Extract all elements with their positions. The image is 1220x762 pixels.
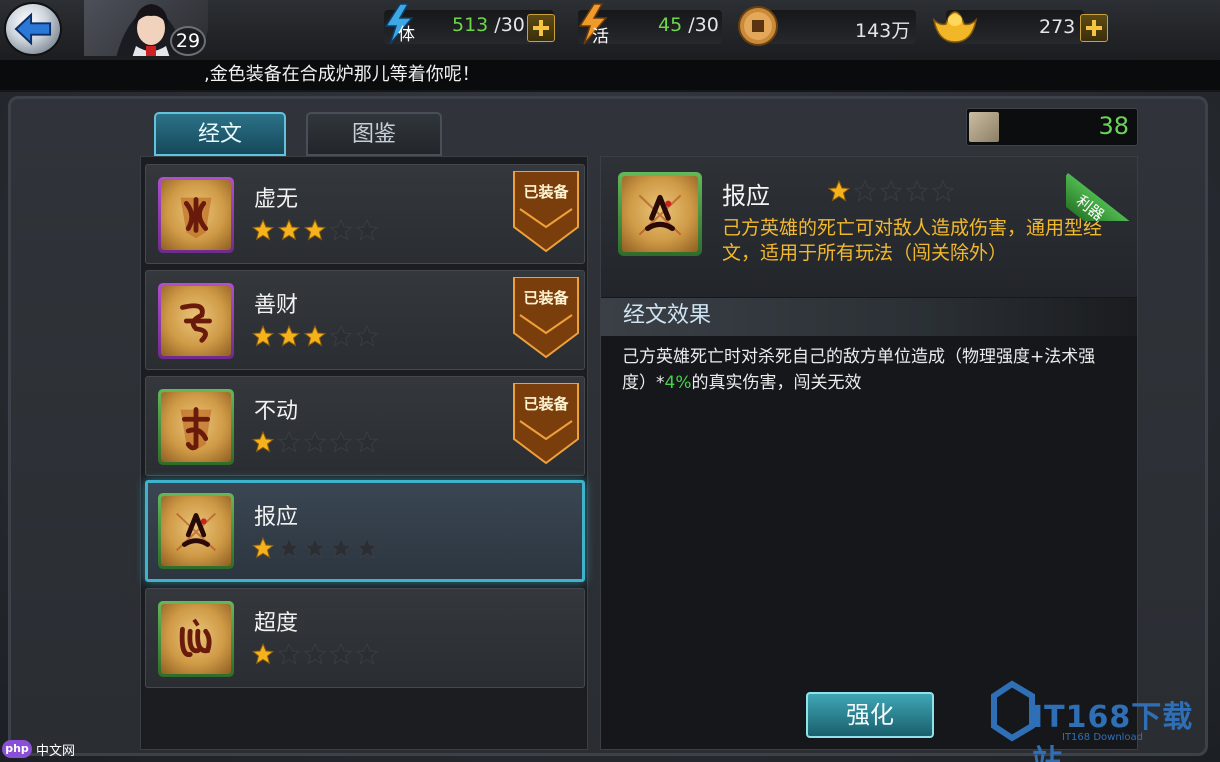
detail-title: 报应: [722, 182, 770, 210]
scroll-count-value: 38: [1098, 112, 1129, 140]
star-empty-icon: [329, 536, 356, 561]
scripture-budong-icon: [158, 389, 234, 465]
it168-watermark: IT168下载站 IT168 Download: [986, 678, 1206, 762]
star-filled-icon: [251, 324, 278, 349]
star-rating: [251, 430, 382, 455]
scripture-item-baoying[interactable]: 报应: [145, 480, 585, 582]
scripture-item-shancai[interactable]: 善财 已装备: [145, 270, 585, 370]
vitality-value: 45 /30: [658, 14, 719, 36]
equipped-badge: 已装备: [512, 171, 580, 253]
it168-logo-icon: [991, 680, 1035, 742]
star-empty-icon: [355, 536, 382, 561]
star-filled-icon: [303, 324, 330, 349]
scripture-name: 不动: [254, 399, 299, 424]
star-empty-icon: [853, 179, 880, 204]
scripture-xuwu-icon: [158, 177, 234, 253]
star-filled-icon: [251, 642, 278, 667]
add-stamina-button[interactable]: [527, 14, 555, 42]
gold-value: 273: [1039, 16, 1076, 38]
star-empty-icon: [355, 642, 382, 667]
scripture-name: 超度: [254, 611, 299, 636]
stamina-value: 513 /30: [452, 14, 525, 36]
tab-codex[interactable]: 图鉴: [306, 112, 442, 156]
star-filled-icon: [251, 430, 278, 455]
star-empty-icon: [277, 536, 304, 561]
plus-icon: [1086, 20, 1102, 36]
scripture-shancai-icon: [158, 283, 234, 359]
star-filled-icon: [827, 179, 854, 204]
strengthen-button[interactable]: 强化: [806, 692, 934, 738]
add-gold-button[interactable]: [1080, 14, 1108, 42]
detail-star-rating: [827, 179, 958, 204]
tab-scripture[interactable]: 经文: [154, 112, 286, 156]
gold-ingot-icon: [932, 11, 978, 43]
equipped-badge: 已装备: [512, 277, 580, 359]
scripture-name: 报应: [254, 505, 299, 530]
star-empty-icon: [329, 642, 356, 667]
star-filled-icon: [251, 218, 278, 243]
equipped-badge: 已装备: [512, 383, 580, 465]
scripture-name: 善财: [254, 293, 299, 318]
ribbon-badge: 利器: [1066, 157, 1138, 221]
scrolling-notice: ,金色装备在合成炉那儿等着你呢！: [0, 60, 1220, 92]
php-logo: php: [2, 740, 32, 758]
star-filled-icon: [277, 218, 304, 243]
scroll-count-box: 38: [966, 108, 1138, 146]
star-rating: [251, 324, 382, 349]
effect-description: 己方英雄死亡时对杀死自己的敌方单位造成（物理强度+法术强度）*4%的真实伤害，闯…: [622, 347, 1096, 393]
star-rating: [251, 642, 382, 667]
scroll-icon: [969, 112, 999, 142]
scripture-item-chaodu[interactable]: 超度: [145, 588, 585, 688]
star-empty-icon: [303, 642, 330, 667]
star-rating: [251, 536, 382, 561]
scripture-chaodu-icon: [158, 601, 234, 677]
star-filled-icon: [303, 218, 330, 243]
plus-icon: [533, 20, 549, 36]
back-arrow-icon: [14, 12, 52, 46]
star-empty-icon: [355, 218, 382, 243]
scripture-name: 虚无: [254, 187, 299, 212]
scripture-item-xuwu[interactable]: 虚无 已装备: [145, 164, 585, 264]
star-empty-icon: [303, 536, 330, 561]
star-empty-icon: [905, 179, 932, 204]
star-empty-icon: [355, 324, 382, 349]
star-rating: [251, 218, 382, 243]
stamina-label: 体: [398, 25, 415, 45]
star-filled-icon: [251, 536, 278, 561]
scripture-item-budong[interactable]: 不动 已装备: [145, 376, 585, 476]
copper-coin-icon: [738, 6, 778, 46]
star-filled-icon: [277, 324, 304, 349]
star-empty-icon: [303, 430, 330, 455]
back-button[interactable]: [4, 2, 62, 56]
effect-section-title: 经文效果: [601, 298, 1137, 336]
star-empty-icon: [329, 324, 356, 349]
star-empty-icon: [277, 430, 304, 455]
star-empty-icon: [879, 179, 906, 204]
detail-scripture-icon: [618, 172, 702, 256]
star-empty-icon: [277, 642, 304, 667]
star-empty-icon: [931, 179, 958, 204]
player-level-badge: 29: [170, 26, 206, 56]
detail-description: 己方英雄的死亡可对敌人造成伤害，通用型经文，适用于所有玩法（闯关除外）: [722, 217, 1103, 264]
coins-value: 143万: [855, 20, 911, 42]
php-watermark: php 中文网: [2, 738, 75, 760]
star-empty-icon: [329, 430, 356, 455]
scripture-baoying-icon: [158, 493, 234, 569]
star-empty-icon: [329, 218, 356, 243]
star-empty-icon: [355, 430, 382, 455]
vitality-label: 活: [592, 27, 609, 47]
